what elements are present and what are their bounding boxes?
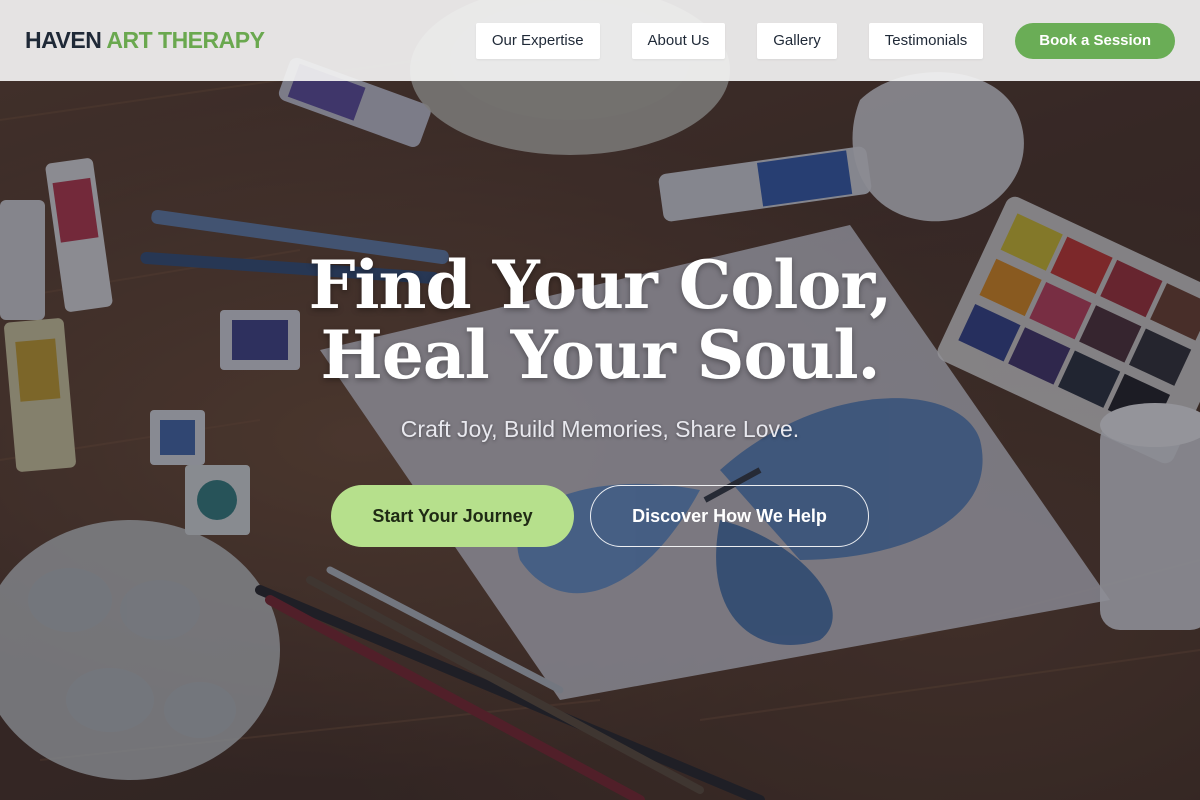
logo-accent-text: ART THERAPY [106,27,265,53]
main-nav: Our Expertise About Us Gallery Testimoni… [475,22,1175,59]
nav-link-about-us[interactable]: About Us [631,22,726,59]
site-logo[interactable]: HAVEN ART THERAPY [25,27,265,54]
hero-section: Find Your Color, Heal Your Soul. Craft J… [0,250,1200,547]
hero-cta-row: Start Your Journey Discover How We Help [331,485,869,547]
start-journey-button[interactable]: Start Your Journey [331,485,574,547]
nav-link-testimonials[interactable]: Testimonials [868,22,984,59]
nav-link-our-expertise[interactable]: Our Expertise [475,22,600,59]
discover-how-we-help-button[interactable]: Discover How We Help [590,485,869,547]
site-header: HAVEN ART THERAPY Our Expertise About Us… [0,0,1200,81]
logo-primary-text: HAVEN [25,27,102,53]
hero-subtitle: Craft Joy, Build Memories, Share Love. [400,416,800,442]
hero-title: Find Your Color, Heal Your Soul. [308,246,893,394]
book-session-button[interactable]: Book a Session [1015,22,1175,59]
nav-link-gallery[interactable]: Gallery [757,22,837,59]
